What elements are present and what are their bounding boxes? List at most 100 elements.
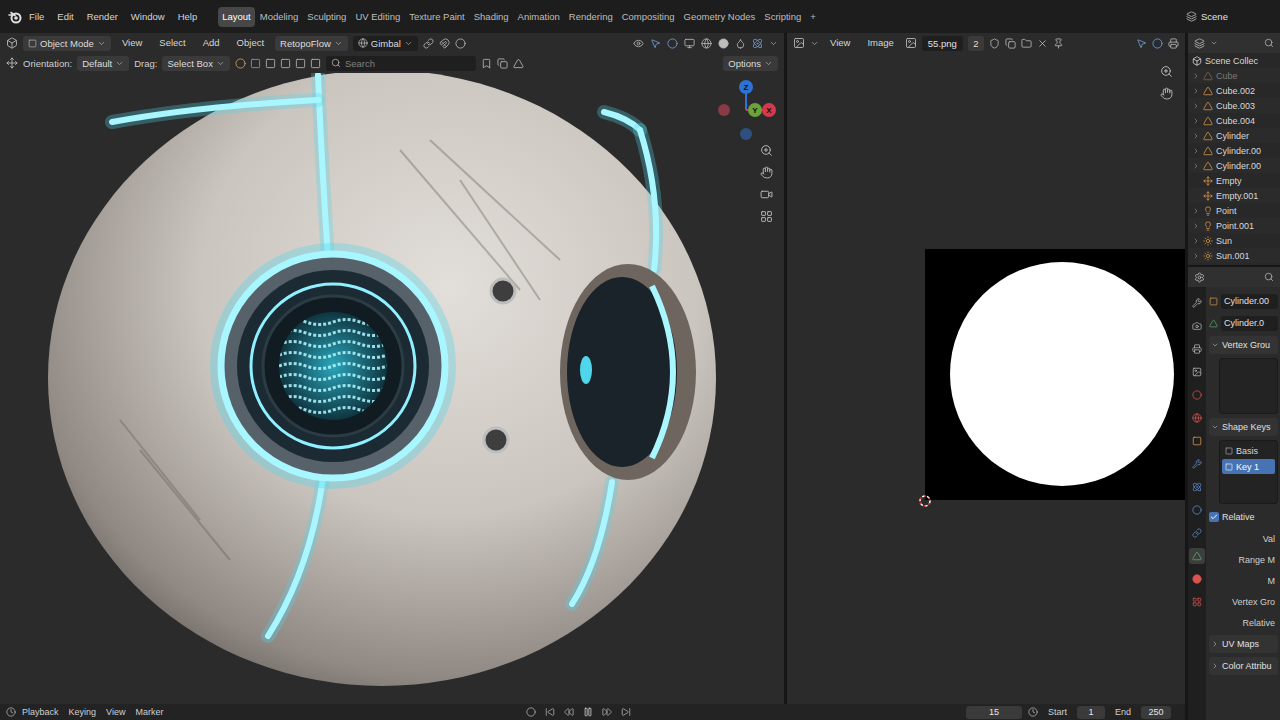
- pan-hand-icon[interactable]: [1160, 87, 1173, 100]
- visibility-icon[interactable]: [633, 38, 644, 49]
- jump-end-icon[interactable]: [621, 707, 631, 717]
- expand-arrow-icon[interactable]: [1192, 72, 1200, 80]
- image-canvas[interactable]: [787, 53, 1185, 704]
- vertex-groups-header[interactable]: Vertex Grou: [1209, 336, 1278, 354]
- workspace-tab[interactable]: Scripting: [760, 7, 805, 27]
- pin-icon[interactable]: [1053, 38, 1064, 49]
- robot-head[interactable]: [48, 73, 716, 686]
- outliner[interactable]: Scene CollecCubeCube.002Cube.003Cube.004…: [1188, 33, 1280, 265]
- add-workspace-button[interactable]: +: [806, 7, 820, 27]
- physics-tab-icon[interactable]: [1192, 505, 1202, 515]
- viewport-menu[interactable]: Add: [197, 35, 226, 51]
- workspace-tab[interactable]: Rendering: [565, 7, 617, 27]
- select-mode-icon[interactable]: [250, 58, 261, 69]
- workspace-tab[interactable]: Shading: [470, 7, 513, 27]
- expand-arrow-icon[interactable]: [1192, 132, 1200, 140]
- outliner-item[interactable]: Cube.003: [1188, 98, 1280, 113]
- menu-item[interactable]: Edit: [51, 9, 79, 25]
- vertex-group-list[interactable]: [1219, 358, 1278, 414]
- chevron-down-icon[interactable]: [810, 39, 819, 48]
- viewport-menu[interactable]: View: [116, 35, 148, 51]
- render-tab-icon[interactable]: [1192, 321, 1202, 331]
- start-frame-field[interactable]: 1: [1077, 706, 1105, 719]
- browse-image-icon[interactable]: [905, 37, 917, 49]
- outliner-item[interactable]: Point.001: [1188, 218, 1280, 233]
- zoom-icon[interactable]: [1160, 65, 1173, 78]
- expand-arrow-icon[interactable]: [1192, 162, 1200, 170]
- blender-logo-icon[interactable]: [8, 10, 22, 24]
- pivot-icon[interactable]: [423, 38, 434, 49]
- relative-checkbox[interactable]: [1209, 512, 1219, 522]
- overlay-icon[interactable]: [1152, 38, 1163, 49]
- expand-arrow-icon[interactable]: [1192, 237, 1200, 245]
- material-tab-icon[interactable]: [1192, 574, 1202, 584]
- preview-range-icon[interactable]: [1028, 707, 1038, 717]
- outliner-item[interactable]: Cube.002: [1188, 83, 1280, 98]
- gizmo-toggle-icon[interactable]: [650, 38, 661, 49]
- shape-key-row[interactable]: Key 1: [1222, 459, 1275, 474]
- menu-item[interactable]: Render: [81, 9, 124, 25]
- fake-user-icon[interactable]: [989, 38, 1000, 49]
- image-editor-menu[interactable]: Image: [861, 35, 899, 51]
- image-editor[interactable]: ViewImage55.png2: [787, 33, 1185, 704]
- scene-icon[interactable]: [1186, 11, 1197, 22]
- expand-arrow-icon[interactable]: [1192, 102, 1200, 110]
- tool-tab-icon[interactable]: [1192, 298, 1202, 308]
- shape-key-list[interactable]: BasisKey 1: [1219, 440, 1278, 504]
- editor-type-icon[interactable]: [1194, 272, 1205, 283]
- workspace-tab[interactable]: Modeling: [256, 7, 303, 27]
- material-shading-icon[interactable]: [735, 38, 746, 49]
- solid-shading-icon[interactable]: [718, 38, 729, 49]
- menu-item[interactable]: File: [23, 9, 50, 25]
- open-image-icon[interactable]: [1021, 38, 1032, 49]
- pan-hand-icon[interactable]: [760, 166, 773, 179]
- proportional-edit-icon[interactable]: [455, 38, 466, 49]
- drag-dropdown[interactable]: Select Box: [162, 56, 229, 71]
- end-frame-field[interactable]: 250: [1141, 706, 1171, 719]
- editor-type-icon[interactable]: [1194, 38, 1205, 49]
- gizmo-toggle-icon[interactable]: [1136, 38, 1147, 49]
- viewport-menu[interactable]: Object: [231, 35, 270, 51]
- shading-options-icon[interactable]: [769, 39, 778, 48]
- transform-tool-icon[interactable]: [6, 57, 18, 69]
- outliner-item[interactable]: Cube: [1188, 68, 1280, 83]
- outliner-item[interactable]: Cylinder.00: [1188, 158, 1280, 173]
- collapsed-section-header[interactable]: UV Maps: [1209, 635, 1278, 653]
- jump-keyframe-forward-icon[interactable]: [602, 707, 612, 717]
- workspace-tab[interactable]: Sculpting: [303, 7, 350, 27]
- menu-item[interactable]: Help: [172, 9, 204, 25]
- snap-icon[interactable]: [439, 38, 450, 49]
- addon-dropdown[interactable]: RetopoFlow: [275, 36, 348, 51]
- axis-handle[interactable]: Z: [739, 80, 753, 94]
- editor-type-icon[interactable]: [6, 707, 16, 717]
- shape-keys-header[interactable]: Shape Keys: [1209, 418, 1278, 436]
- workspace-tab[interactable]: Layout: [218, 7, 255, 27]
- copy-icon[interactable]: [497, 58, 508, 69]
- current-frame-field[interactable]: 15: [966, 706, 1022, 719]
- 3d-viewport[interactable]: Object ModeViewSelectAddObjectRetopoFlow…: [0, 33, 784, 704]
- output-tab-icon[interactable]: [1192, 344, 1202, 354]
- select-intersect-icon[interactable]: [310, 58, 321, 69]
- axis-handle[interactable]: X: [762, 103, 776, 117]
- camera-view-icon[interactable]: [760, 188, 773, 201]
- outliner-item[interactable]: Cube.004: [1188, 113, 1280, 128]
- outliner-item[interactable]: Cylinder.00: [1188, 143, 1280, 158]
- view-layer-tab-icon[interactable]: [1192, 367, 1202, 377]
- properties-editor[interactable]: Cylinder.00Cylinder.0Vertex GrouShape Ke…: [1188, 267, 1280, 720]
- object-tab-icon[interactable]: [1192, 436, 1202, 446]
- scene-selector[interactable]: Scene: [1180, 11, 1280, 22]
- timeline-menu[interactable]: Marker: [131, 707, 167, 717]
- search-field[interactable]: Search: [326, 56, 476, 71]
- orientation-dropdown[interactable]: Default: [77, 56, 129, 71]
- xray-icon[interactable]: [684, 38, 695, 49]
- expand-arrow-icon[interactable]: [1192, 207, 1200, 215]
- shape-key-row[interactable]: Basis: [1222, 443, 1275, 458]
- image-name-field[interactable]: 55.png: [922, 36, 963, 51]
- relative-checkbox-row[interactable]: Relative: [1209, 508, 1278, 526]
- viewport-render[interactable]: [0, 73, 784, 704]
- search-icon[interactable]: [1264, 38, 1274, 48]
- workspace-tab[interactable]: Geometry Nodes: [680, 7, 760, 27]
- outliner-item[interactable]: Cylinder: [1188, 128, 1280, 143]
- zoom-icon[interactable]: [760, 144, 773, 157]
- mesh-name-field[interactable]: Cylinder.0: [1221, 316, 1278, 331]
